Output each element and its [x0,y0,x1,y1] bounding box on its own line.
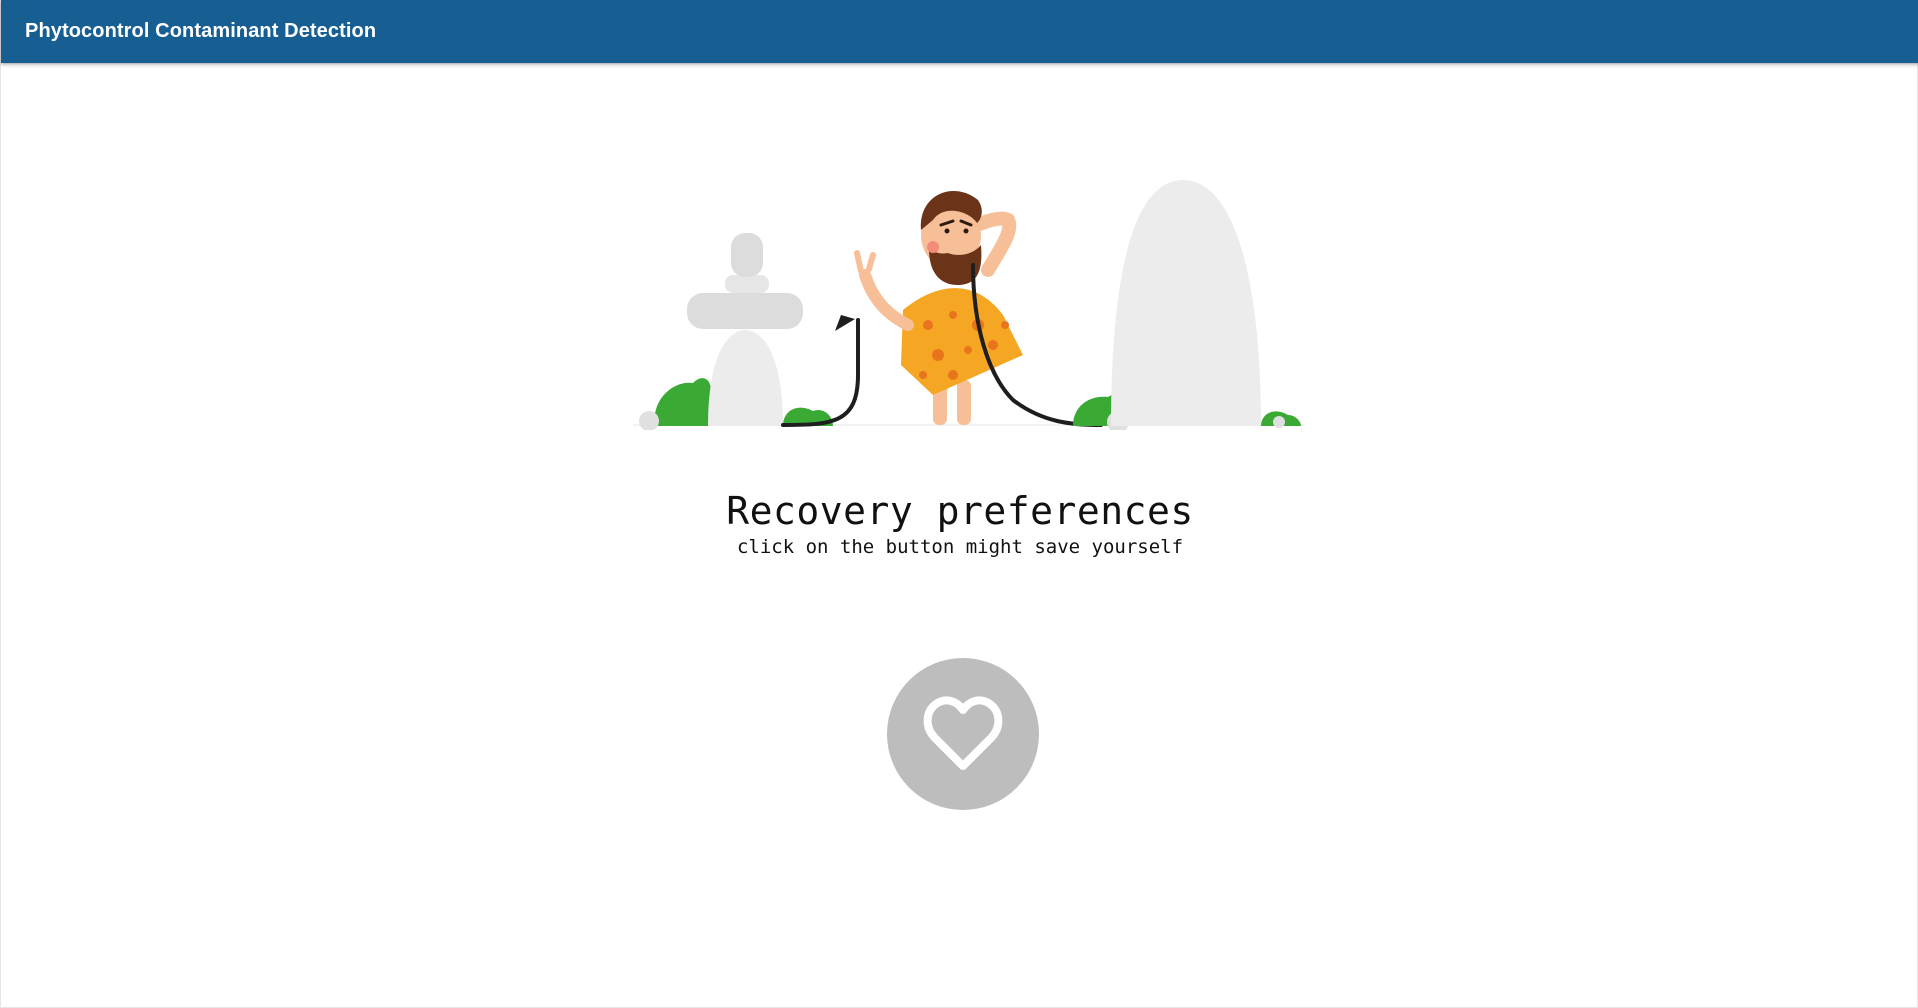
recovery-header: Recovery preferences click on the button… [1,488,1918,558]
app-window: Phytocontrol Contaminant Detection Recov… [0,0,1918,1008]
heart-outline-icon [923,696,1003,772]
app-title: Phytocontrol Contaminant Detection [25,20,377,42]
save-recovery-button[interactable] [887,658,1039,810]
page-title: Recovery preferences [726,489,1194,533]
page-subtitle: click on the button might save yourself [736,536,1184,558]
app-bar: Phytocontrol Contaminant Detection [1,0,1918,63]
caveman-illustration [633,175,1303,433]
